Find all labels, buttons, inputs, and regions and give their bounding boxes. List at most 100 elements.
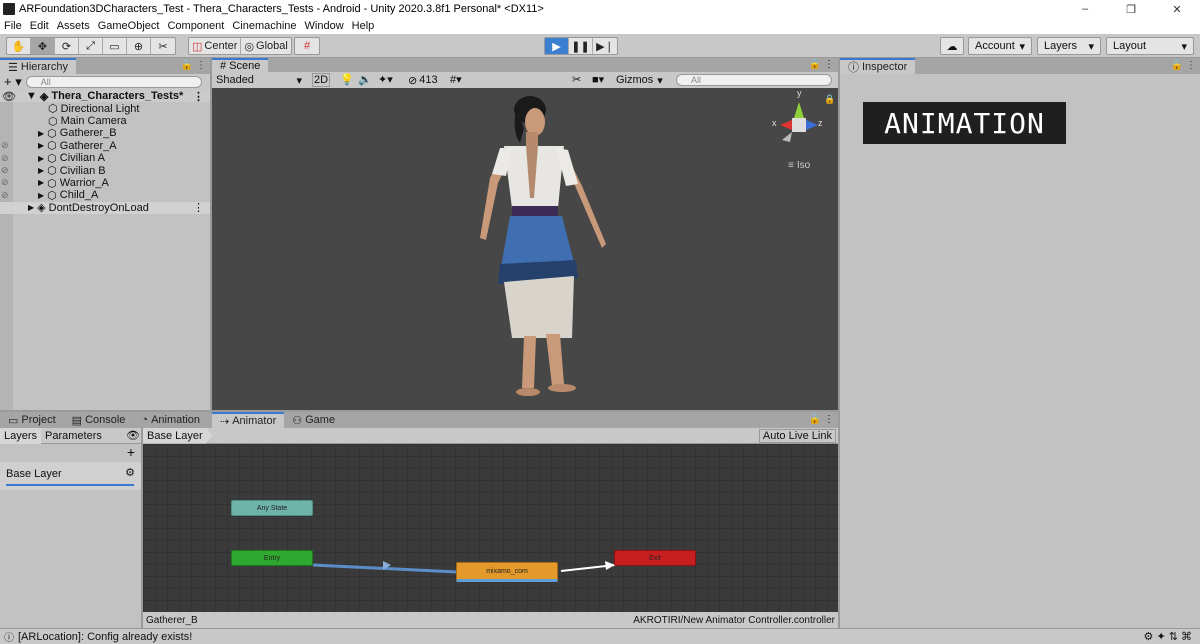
- maximize-icon[interactable]: ❐: [1108, 0, 1154, 18]
- panel-menu-icon[interactable]: 🔒 ⋮: [809, 59, 834, 70]
- menu-assets[interactable]: Assets: [53, 20, 94, 32]
- scene-menu-icon[interactable]: ⋮: [193, 90, 204, 103]
- eye-icon[interactable]: 👁: [2, 90, 16, 103]
- tab-layers[interactable]: Layers: [0, 427, 42, 444]
- account-dropdown[interactable]: Account ▾: [968, 37, 1032, 55]
- state-node[interactable]: mixamo_com: [456, 562, 558, 582]
- hierarchy-item[interactable]: ⬡ Directional Light: [0, 102, 210, 116]
- tab-animation[interactable]: ◔ Animation: [133, 412, 208, 428]
- effects-icon[interactable]: ✦▾: [378, 73, 393, 86]
- panel-menu-icon[interactable]: 🔒 ⋮: [809, 414, 834, 425]
- hidden-eye-icon[interactable]: ⊘: [1, 190, 9, 201]
- menu-component[interactable]: Component: [163, 20, 228, 32]
- eye-icon[interactable]: 👁: [126, 429, 140, 442]
- status-icons[interactable]: ⚙ ✦ ⇅ ⌘: [1144, 630, 1192, 643]
- camera-icon[interactable]: ■▾: [592, 73, 604, 86]
- panel-menu-icon[interactable]: 🔒 ⋮: [1171, 60, 1196, 71]
- hidden-eye-icon[interactable]: ⊘: [1, 140, 9, 151]
- scene-orientation-gizmo[interactable]: [768, 94, 828, 164]
- lock-icon[interactable]: 🔒: [824, 94, 835, 105]
- expand-arrow-icon[interactable]: ▼: [26, 90, 37, 102]
- hand-tool-icon[interactable]: ✋: [7, 38, 31, 54]
- layer-name: Base Layer: [6, 468, 62, 480]
- hierarchy-item[interactable]: ⊘ ▶ ⬡ Child_A: [0, 189, 210, 202]
- custom-tool-icon[interactable]: ✂: [151, 38, 175, 54]
- pivot-global-button[interactable]: ◎ Global: [241, 38, 290, 54]
- menu-cinemachine[interactable]: Cinemachine: [228, 20, 300, 32]
- breadcrumb[interactable]: Base Layer: [143, 427, 213, 444]
- toggle-2d-button[interactable]: 2D: [312, 73, 330, 87]
- expand-arrow-icon[interactable]: ▶: [38, 141, 44, 150]
- transform-tool-icon[interactable]: ⊕: [127, 38, 151, 54]
- shading-dropdown[interactable]: Shaded ▾: [214, 73, 304, 87]
- scene-row[interactable]: 👁 ▼ ◈ Thera_Characters_Tests* ⋮: [0, 90, 210, 103]
- scale-tool-icon[interactable]: ⤢: [79, 38, 103, 54]
- close-icon[interactable]: ✕: [1154, 0, 1200, 18]
- any-state-node[interactable]: Any State: [231, 500, 313, 516]
- menu-window[interactable]: Window: [301, 20, 348, 32]
- tab-project[interactable]: ▭ Project: [0, 412, 64, 428]
- auto-live-link-toggle[interactable]: Auto Live Link: [758, 429, 836, 443]
- hierarchy-item[interactable]: ▶ ⬡ Gatherer_B: [0, 127, 210, 140]
- menu-edit[interactable]: Edit: [26, 20, 53, 32]
- add-layer-button[interactable]: +: [0, 444, 141, 460]
- gizmos-dropdown[interactable]: Gizmos ▾: [616, 73, 663, 87]
- exit-node[interactable]: Exit: [614, 550, 696, 566]
- hierarchy-item[interactable]: ⊘ ▶ ⬡ Civilian B: [0, 164, 210, 178]
- tab-hierarchy[interactable]: ☰ Hierarchy: [0, 58, 76, 74]
- hidden-eye-icon[interactable]: ⊘: [1, 177, 9, 188]
- tab-game[interactable]: ⚇ Game: [284, 412, 343, 428]
- move-tool-icon[interactable]: ✥: [31, 38, 55, 54]
- expand-arrow-icon[interactable]: ▶: [38, 191, 44, 200]
- cloud-icon[interactable]: ☁: [940, 37, 964, 55]
- tab-animator[interactable]: ⇢ Animator: [212, 412, 285, 428]
- hierarchy-item[interactable]: ⬡ Main Camera: [0, 115, 210, 128]
- hierarchy-item[interactable]: ⊘ ▶ ⬡ Warrior_A: [0, 177, 210, 190]
- panel-menu-icon[interactable]: 🔒 ⋮: [181, 60, 206, 71]
- expand-arrow-icon[interactable]: ▶: [38, 129, 44, 138]
- lighting-icon[interactable]: 💡: [340, 73, 354, 86]
- tab-inspector[interactable]: ⓘ Inspector: [840, 58, 916, 74]
- expand-arrow-icon[interactable]: ▶: [28, 203, 34, 212]
- animator-graph[interactable]: Any State Entry mixamo_com Exit: [143, 444, 838, 612]
- hidden-eye-icon[interactable]: ⊘: [1, 153, 9, 164]
- rotate-tool-icon[interactable]: ⟳: [55, 38, 79, 54]
- gear-icon[interactable]: ⚙: [125, 466, 135, 479]
- create-button[interactable]: + ▾: [4, 74, 22, 90]
- hidden-objects-toggle[interactable]: ⊘ 413: [408, 73, 438, 87]
- expand-arrow-icon[interactable]: ▶: [38, 178, 44, 187]
- grid-icon[interactable]: #▾: [450, 73, 462, 86]
- tab-scene[interactable]: # Scene: [212, 58, 269, 72]
- menu-file[interactable]: File: [0, 20, 26, 32]
- expand-arrow-icon[interactable]: ▶: [38, 154, 44, 163]
- pivot-center-button[interactable]: ◫ Center: [189, 38, 242, 54]
- hierarchy-item[interactable]: ⊘ ▶ ⬡ Gatherer_A: [0, 140, 210, 153]
- minimize-icon[interactable]: –: [1062, 0, 1108, 18]
- play-button[interactable]: ▶: [545, 38, 569, 54]
- entry-node[interactable]: Entry: [231, 550, 313, 566]
- tools-icon[interactable]: ✂: [572, 73, 581, 86]
- audio-icon[interactable]: 🔈: [358, 73, 372, 86]
- scene-viewport[interactable]: y x z 🔒 ≡ Iso: [212, 88, 838, 410]
- layers-dropdown[interactable]: Layers ▾: [1037, 37, 1101, 55]
- dont-destroy-row[interactable]: ▶ ◈ DontDestroyOnLoad ⋮: [0, 201, 210, 214]
- scene-menu-icon[interactable]: ⋮: [193, 201, 204, 214]
- pause-button[interactable]: ❚❚: [569, 38, 593, 54]
- rect-tool-icon[interactable]: ▭: [103, 38, 127, 54]
- hidden-eye-icon[interactable]: ⊘: [1, 165, 9, 176]
- step-button[interactable]: ▶❘: [593, 38, 617, 54]
- menu-gameobject[interactable]: GameObject: [94, 20, 164, 32]
- hierarchy-search-input[interactable]: All: [25, 76, 202, 88]
- status-message[interactable]: [ARLocation]: Config already exists!: [18, 631, 192, 643]
- menu-help[interactable]: Help: [348, 20, 379, 32]
- projection-toggle[interactable]: ≡ Iso: [788, 160, 810, 171]
- layout-dropdown[interactable]: Layout ▾: [1106, 37, 1194, 55]
- layer-item[interactable]: Base Layer ⚙: [0, 462, 141, 490]
- character-model[interactable]: [212, 88, 838, 410]
- grid-snap-icon[interactable]: #: [295, 38, 319, 54]
- hierarchy-item[interactable]: ⊘ ▶ ⬡ Civilian A: [0, 152, 210, 165]
- scene-search-input[interactable]: All: [676, 74, 832, 86]
- tab-console[interactable]: ▤ Console: [64, 412, 134, 428]
- expand-arrow-icon[interactable]: ▶: [38, 166, 44, 175]
- tab-parameters[interactable]: Parameters: [41, 428, 106, 444]
